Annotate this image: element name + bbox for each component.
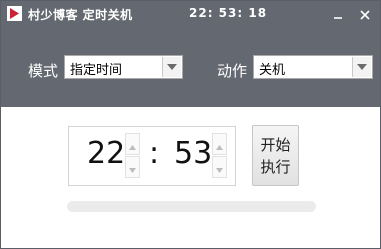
action-select[interactable]: 关机 bbox=[253, 55, 373, 79]
window-title: 村少博客 定时关机 bbox=[28, 8, 133, 22]
minimize-icon bbox=[333, 5, 343, 24]
chevron-down-icon[interactable] bbox=[352, 57, 371, 77]
triangle-down-icon bbox=[216, 158, 223, 177]
countdown-progress-bar bbox=[67, 201, 316, 212]
minute-decrement-button[interactable] bbox=[212, 156, 227, 178]
close-button[interactable] bbox=[351, 1, 379, 27]
time-separator: : bbox=[149, 136, 160, 171]
title-bar[interactable]: 村少博客 定时关机 22: 53: 18 bbox=[1, 1, 380, 27]
close-icon bbox=[360, 5, 370, 24]
triangle-up-icon bbox=[129, 135, 136, 154]
mode-select[interactable]: 指定时间 bbox=[64, 55, 183, 79]
minimize-button[interactable] bbox=[324, 1, 352, 27]
minute-spinner[interactable] bbox=[212, 133, 227, 179]
action-select-value: 关机 bbox=[259, 63, 286, 78]
current-time-clock: 22: 53: 18 bbox=[189, 6, 268, 20]
start-button-label-line1: 开始 bbox=[260, 136, 291, 154]
hour-decrement-button[interactable] bbox=[125, 156, 140, 178]
minute-value[interactable]: 53 bbox=[174, 136, 212, 171]
time-picker: 22 : 53 bbox=[68, 126, 236, 186]
hour-increment-button[interactable] bbox=[125, 133, 140, 155]
triangle-down-icon bbox=[129, 158, 136, 177]
mode-label: 模式 bbox=[28, 62, 59, 80]
minute-increment-button[interactable] bbox=[212, 133, 227, 155]
chevron-down-icon[interactable] bbox=[162, 57, 181, 77]
options-panel: 模式 指定时间 动作 关机 bbox=[1, 27, 380, 107]
action-label: 动作 bbox=[217, 62, 248, 80]
hour-value[interactable]: 22 bbox=[87, 136, 125, 171]
start-button-label-line2: 执行 bbox=[260, 158, 291, 176]
start-execute-button[interactable]: 开始 执行 bbox=[252, 125, 299, 186]
hour-spinner[interactable] bbox=[125, 133, 140, 179]
app-logo-icon bbox=[7, 6, 22, 21]
triangle-up-icon bbox=[216, 135, 223, 154]
app-window: 村少博客 定时关机 22: 53: 18 模式 指定时间 动作 关机 22: … bbox=[0, 0, 381, 249]
mode-select-value: 指定时间 bbox=[70, 63, 123, 78]
